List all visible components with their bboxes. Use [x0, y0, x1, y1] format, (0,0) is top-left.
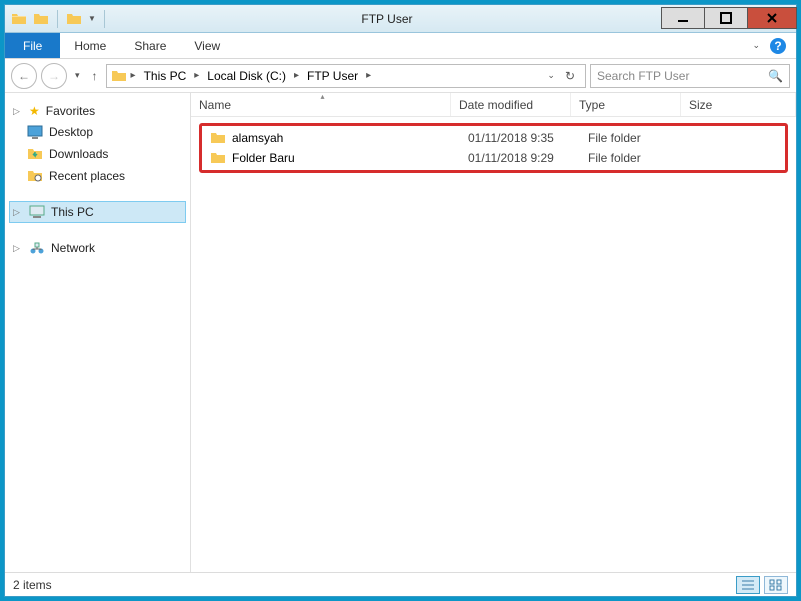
caret-icon: ▷	[13, 207, 23, 218]
quick-access-toolbar: ▼	[5, 10, 113, 28]
details-icon	[741, 579, 755, 591]
file-rows: alamsyah 01/11/2018 9:35 File folder Fol…	[191, 117, 796, 179]
sort-asc-icon: ▴	[321, 93, 325, 101]
caret-icon: ▷	[13, 106, 23, 117]
titlebar: ▼ FTP User	[5, 5, 796, 33]
sidebar-thispc[interactable]: ▷ This PC	[9, 201, 186, 223]
tab-share[interactable]: Share	[120, 33, 180, 58]
folder-icon	[66, 11, 82, 27]
sidebar-downloads[interactable]: Downloads	[9, 143, 186, 165]
sidebar-label: Network	[51, 241, 95, 255]
tab-view[interactable]: View	[180, 33, 234, 58]
chevron-right-icon[interactable]: ▸	[292, 70, 301, 81]
sidebar-label: Desktop	[49, 125, 93, 139]
separator	[57, 10, 58, 28]
network-group: ▷ Network	[9, 237, 186, 259]
back-button[interactable]: ←	[11, 63, 37, 89]
column-label: Date modified	[459, 98, 533, 112]
body: ▷ ★ Favorites Desktop Downloads Recent pla…	[5, 93, 796, 572]
window-title: FTP User	[113, 12, 661, 26]
search-icon: 🔍	[768, 69, 783, 83]
folder-icon	[210, 150, 226, 166]
details-view-button[interactable]	[736, 576, 760, 594]
explorer-window: ▼ FTP User File Home Share View ⌄ ? ← → …	[4, 4, 797, 597]
computer-icon	[29, 204, 45, 220]
column-label: Type	[579, 98, 605, 112]
folder-icon	[210, 130, 226, 146]
file-list-pane: Name ▴ Date modified Type Size alamsyah …	[191, 93, 796, 572]
chevron-right-icon[interactable]: ▸	[192, 70, 201, 81]
sidebar-label: This PC	[51, 205, 94, 219]
caret-icon: ▷	[13, 243, 23, 254]
minimize-button[interactable]	[661, 7, 705, 29]
thumbnails-view-button[interactable]	[764, 576, 788, 594]
sidebar-label: Favorites	[46, 104, 95, 118]
file-name: Folder Baru	[232, 151, 295, 165]
file-type: File folder	[580, 131, 690, 145]
sidebar-favorites[interactable]: ▷ ★ Favorites	[9, 101, 186, 121]
help-button[interactable]: ?	[770, 38, 786, 54]
network-icon	[29, 240, 45, 256]
window-controls	[661, 8, 796, 29]
column-date[interactable]: Date modified	[451, 93, 571, 116]
recent-locations-icon[interactable]: ▾	[71, 70, 84, 81]
sidebar-recent[interactable]: Recent places	[9, 165, 186, 187]
column-headers: Name ▴ Date modified Type Size	[191, 93, 796, 117]
file-tab[interactable]: File	[5, 33, 60, 58]
forward-button[interactable]: →	[41, 63, 67, 89]
search-input[interactable]: Search FTP User 🔍	[590, 64, 790, 88]
separator	[104, 10, 105, 28]
status-bar: 2 items	[5, 572, 796, 596]
sidebar-label: Recent places	[49, 169, 125, 183]
sidebar-desktop[interactable]: Desktop	[9, 121, 186, 143]
column-name[interactable]: Name ▴	[191, 93, 451, 116]
file-date: 01/11/2018 9:35	[460, 131, 580, 145]
refresh-icon[interactable]: ↻	[565, 69, 575, 83]
ribbon-tabs: File Home Share View ⌄ ?	[5, 33, 796, 59]
chevron-down-icon[interactable]: ▼	[88, 14, 96, 23]
column-label: Name	[199, 98, 231, 112]
file-type: File folder	[580, 151, 690, 165]
file-date: 01/11/2018 9:29	[460, 151, 580, 165]
address-tools: ⌄ ↻	[547, 69, 581, 83]
file-row[interactable]: alamsyah 01/11/2018 9:35 File folder	[202, 128, 785, 148]
maximize-button[interactable]	[704, 7, 748, 29]
address-bar[interactable]: ▸ This PC ▸ Local Disk (C:) ▸ FTP User ▸…	[106, 64, 586, 88]
view-buttons	[736, 576, 788, 594]
navigation-pane: ▷ ★ Favorites Desktop Downloads Recent pla…	[5, 93, 191, 572]
breadcrumb-item[interactable]: Local Disk (C:)	[203, 69, 290, 83]
star-icon: ★	[29, 104, 40, 118]
sidebar-network[interactable]: ▷ Network	[9, 237, 186, 259]
navigation-bar: ← → ▾ ↑ ▸ This PC ▸ Local Disk (C:) ▸ FT…	[5, 59, 796, 93]
column-size[interactable]: Size	[681, 93, 796, 116]
folder-icon	[111, 68, 127, 84]
highlight-annotation: alamsyah 01/11/2018 9:35 File folder Fol…	[199, 123, 788, 173]
recent-icon	[27, 168, 43, 184]
favorites-group: ▷ ★ Favorites Desktop Downloads Recent pla…	[9, 101, 186, 187]
chevron-down-icon[interactable]: ⌄	[547, 70, 555, 81]
up-button[interactable]: ↑	[88, 69, 102, 83]
item-count: 2 items	[13, 578, 52, 592]
column-type[interactable]: Type	[571, 93, 681, 116]
breadcrumb-item[interactable]: This PC	[140, 69, 191, 83]
column-label: Size	[689, 98, 712, 112]
downloads-icon	[27, 146, 43, 162]
chevron-right-icon[interactable]: ▸	[129, 70, 138, 81]
tab-home[interactable]: Home	[60, 33, 120, 58]
desktop-icon	[27, 124, 43, 140]
folder-icon	[11, 11, 27, 27]
close-button[interactable]	[747, 7, 797, 29]
folder-icon	[33, 11, 49, 27]
file-row[interactable]: Folder Baru 01/11/2018 9:29 File folder	[202, 148, 785, 168]
ribbon-right: ⌄ ?	[752, 33, 796, 58]
chevron-right-icon[interactable]: ▸	[364, 70, 373, 81]
file-name: alamsyah	[232, 131, 283, 145]
chevron-down-icon[interactable]: ⌄	[752, 40, 760, 51]
grid-icon	[769, 579, 783, 591]
search-placeholder: Search FTP User	[597, 69, 689, 83]
breadcrumb-item[interactable]: FTP User	[303, 69, 362, 83]
sidebar-label: Downloads	[49, 147, 108, 161]
thispc-group: ▷ This PC	[9, 201, 186, 223]
